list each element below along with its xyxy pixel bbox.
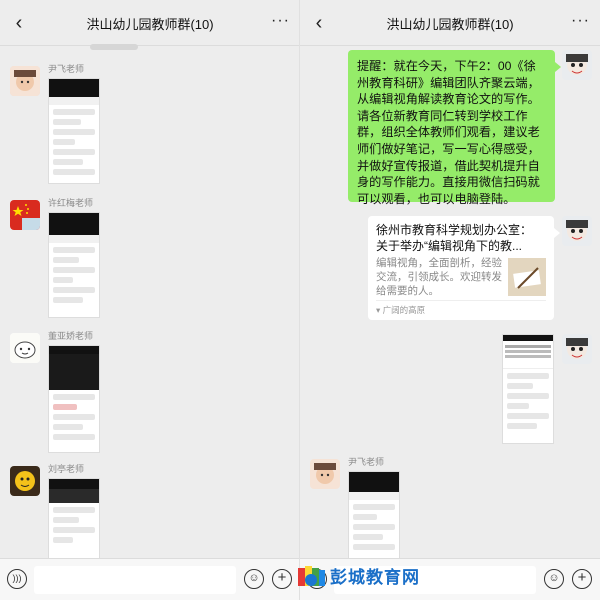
screenshot-image[interactable] <box>48 478 100 564</box>
watermark-logo-icon <box>296 562 326 590</box>
reminder-message[interactable]: 提醒：就在今天，下午2：00《徐州教育科研》编辑团队齐聚云端，从编辑视角解读教育… <box>348 50 561 206</box>
sender-name: 尹飞老师 <box>348 457 385 467</box>
right-chat-panel: ‹ 洪山幼儿园教师群(10) ··· 提醒：就在今天，下午2：00《徐州教育科研… <box>300 0 600 600</box>
screenshot-image[interactable] <box>502 334 554 444</box>
card-description: 编辑视角，全面剖析，经验交流，引领成长。欢迎转发给需要的人。 <box>376 257 502 297</box>
article-link-card[interactable]: 徐州市教育科学规划办公室： 关于举办“编辑视角下的教... 编辑视角，全面剖析，… <box>368 216 560 320</box>
left-chat-panel: ‹ 洪山幼儿园教师群(10) ··· 尹飞老师 许红梅老师 董亚娇老师 刘亭老师 <box>0 0 300 600</box>
scroll-fragment <box>90 44 138 50</box>
more-dots-icon[interactable]: ··· <box>571 12 590 30</box>
emoji-icon[interactable]: ☺ <box>244 569 264 589</box>
chat-title: 洪山幼儿园教师群(10) <box>386 17 514 32</box>
avatar[interactable] <box>562 50 592 80</box>
sender-name: 刘亭老师 <box>48 464 85 474</box>
avatar[interactable] <box>10 466 40 496</box>
more-dots-icon[interactable]: ··· <box>271 12 290 30</box>
card-source: ▾ 广阔的高原 <box>376 300 546 316</box>
screenshot-image[interactable] <box>48 212 100 318</box>
sender-name: 许红梅老师 <box>48 198 94 208</box>
avatar[interactable] <box>310 459 340 489</box>
screenshot-image[interactable] <box>48 78 100 184</box>
card-source-text: 广阔的高原 <box>382 305 426 315</box>
source-icon: ▾ <box>376 305 383 315</box>
chat-title: 洪山幼儿园教师群(10) <box>86 17 214 32</box>
card-title-line1: 徐州市教育科学规划办公室： <box>376 223 533 237</box>
chat-header: ‹ 洪山幼儿园教师群(10) ··· <box>0 0 299 46</box>
sender-name: 尹飞老师 <box>48 64 85 74</box>
voice-icon[interactable]: ))) <box>7 569 27 589</box>
card-thumbnail <box>508 258 546 296</box>
watermark-text: 彭城教育网 <box>330 568 420 588</box>
avatar[interactable] <box>10 200 40 230</box>
chat-header: ‹ 洪山幼儿园教师群(10) ··· <box>300 0 600 46</box>
card-title-line2: 关于举办“编辑视角下的教... <box>376 239 522 253</box>
input-bar: ))) ☺ + <box>0 558 299 600</box>
avatar[interactable] <box>10 333 40 363</box>
emoji-icon[interactable]: ☺ <box>544 569 564 589</box>
plus-icon[interactable]: + <box>572 569 592 589</box>
avatar[interactable] <box>562 216 592 246</box>
avatar[interactable] <box>10 66 40 96</box>
sender-name: 董亚娇老师 <box>48 331 94 341</box>
message-input[interactable] <box>34 566 236 594</box>
screenshot-image[interactable] <box>48 345 100 453</box>
screenshot-image[interactable] <box>348 471 400 563</box>
avatar[interactable] <box>562 334 592 364</box>
plus-icon[interactable]: + <box>272 569 292 589</box>
